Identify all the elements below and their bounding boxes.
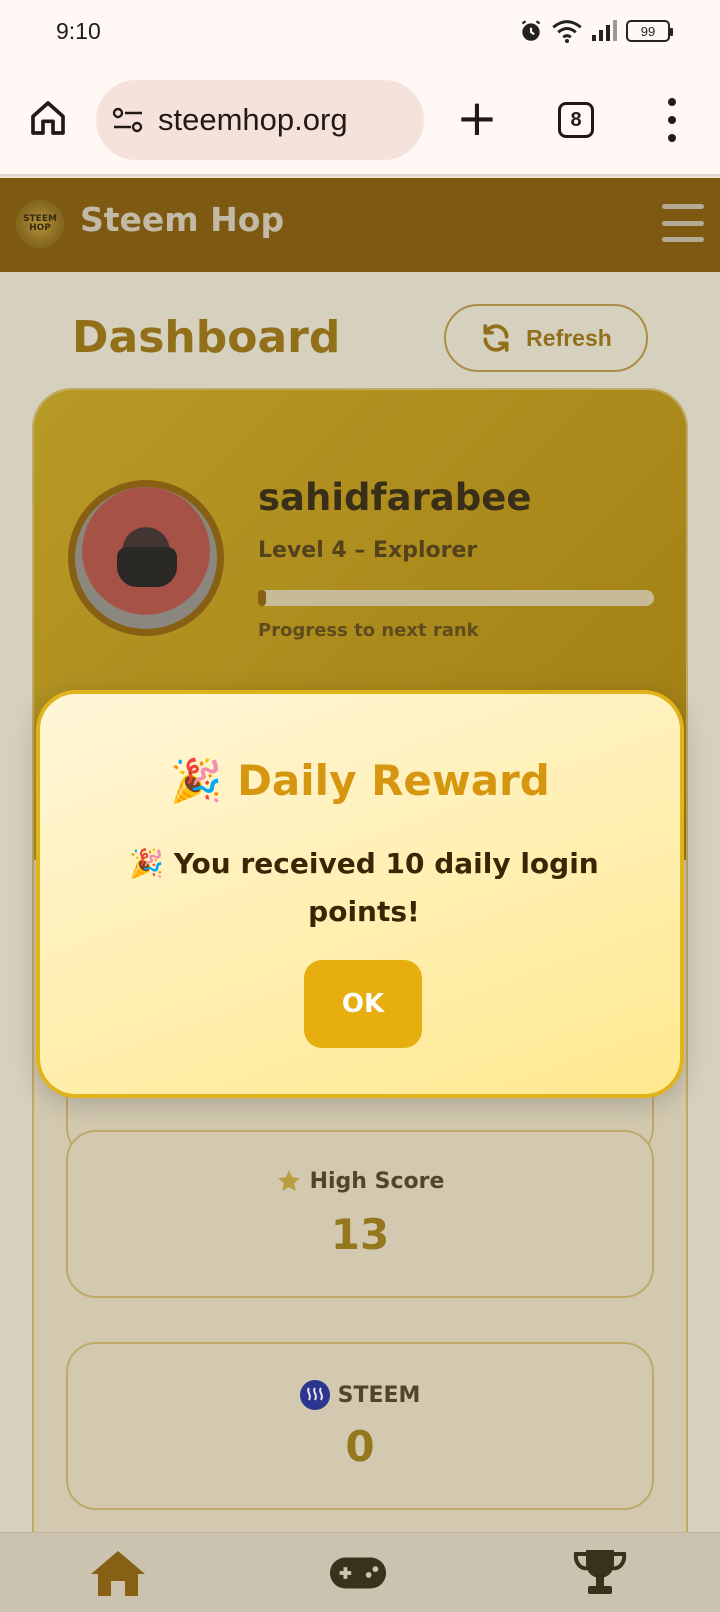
new-tab-button[interactable]: + (456, 92, 498, 148)
site-settings-icon[interactable] (112, 106, 144, 134)
ok-button[interactable]: OK (304, 960, 422, 1048)
tab-switcher-button[interactable]: 8 (558, 102, 594, 138)
browser-menu-icon[interactable] (662, 98, 682, 142)
home-icon[interactable] (28, 98, 68, 138)
status-bar: 9:10 99 (0, 0, 720, 64)
signal-icon (592, 20, 617, 41)
browser-toolbar: steemhop.org + 8 (0, 64, 720, 176)
daily-reward-dialog: 🎉 Daily Reward 🎉 You received 10 daily l… (36, 690, 684, 1098)
url-text: steemhop.org (158, 102, 348, 137)
battery-icon: 99 (626, 20, 673, 42)
dialog-title: 🎉 Daily Reward (170, 756, 550, 805)
wifi-icon (552, 20, 582, 43)
status-time: 9:10 (56, 18, 101, 44)
dialog-message: 🎉 You received 10 daily login points! (129, 847, 599, 928)
status-icons: 99 (518, 18, 673, 44)
url-bar[interactable]: steemhop.org (96, 80, 424, 160)
alarm-icon (521, 20, 541, 41)
